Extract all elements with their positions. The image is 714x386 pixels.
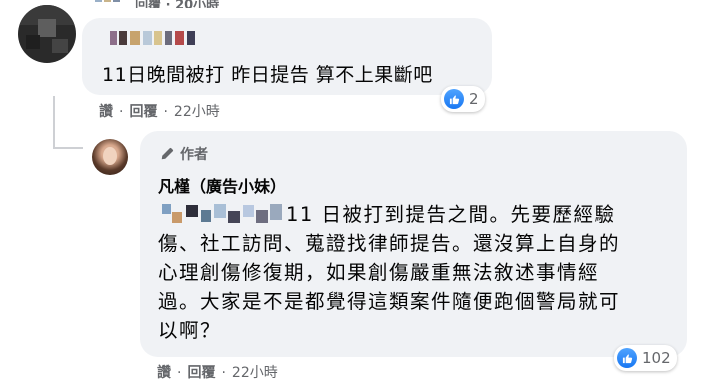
commenter-avatar[interactable]: [18, 5, 76, 63]
reaction-count: 102: [642, 349, 671, 367]
reply-author-name[interactable]: 凡槿（廣告小妹）: [158, 173, 286, 197]
like-icon: [444, 89, 464, 109]
comment-reaction-summary[interactable]: 2: [441, 86, 485, 112]
author-badge-label: 作者: [180, 147, 208, 163]
author-avatar[interactable]: [92, 139, 128, 175]
reply-reaction-summary[interactable]: 102: [614, 345, 677, 371]
thread-connector: [53, 147, 83, 149]
previous-actions-row: 回覆 · 20小時: [95, 0, 285, 8]
reaction-count: 2: [469, 90, 479, 108]
reply-text-line: 過。大家是不是都覺得這類案件隨便跑個警局就可: [158, 290, 621, 313]
reply-text-line: 11 日被打到提告之間。先要歷經驗: [286, 203, 616, 226]
reply-actions: 讚 · 回覆 · 22小時: [157, 365, 278, 381]
timestamp-link[interactable]: 22小時: [232, 365, 278, 381]
previous-actions-text: 回覆 · 20小時: [135, 0, 220, 8]
reply-text: 11 日被打到提告之間。先要歷經驗 傷、社工訪問、蒐證找律師提告。還沒算上自身的…: [158, 200, 668, 345]
reply-link[interactable]: 回覆: [187, 365, 215, 381]
comment-text: 11日晚間被打 昨日提告 算不上果斷吧: [102, 64, 433, 86]
reply-text-line: 傷、社工訪問、蒐證找律師提告。還沒算上自身的: [158, 232, 621, 255]
reply-text-line: 以啊？: [158, 319, 222, 342]
comment-actions: 讚 · 回覆 · 22小時: [99, 104, 220, 120]
author-badge: 作者: [160, 144, 208, 164]
reply-text-line: 心理創傷修復期，如果創傷嚴重無法敘述事情經: [158, 261, 600, 284]
like-link[interactable]: 讚: [99, 104, 113, 120]
thread-line: [53, 96, 55, 148]
reply-link[interactable]: 回覆: [129, 104, 157, 120]
pencil-icon: [161, 147, 174, 160]
timestamp-link[interactable]: 22小時: [174, 104, 220, 120]
like-icon: [617, 348, 637, 368]
like-link[interactable]: 讚: [157, 365, 171, 381]
